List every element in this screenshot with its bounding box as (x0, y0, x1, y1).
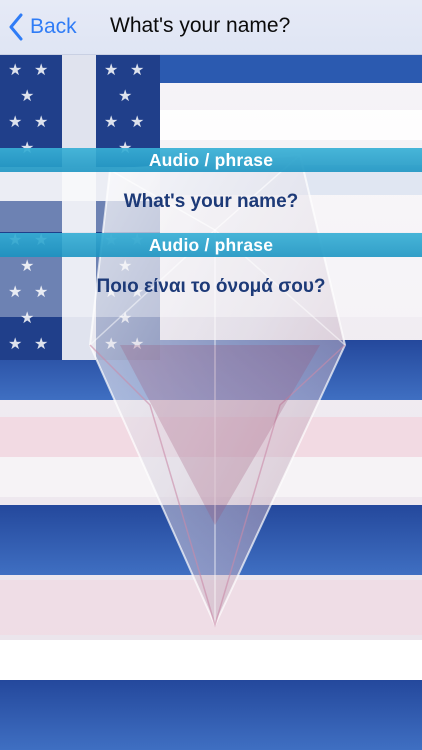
svg-text:★: ★ (104, 60, 118, 79)
svg-text:★: ★ (8, 334, 22, 353)
svg-text:★: ★ (130, 60, 144, 79)
page-title: What's your name? (110, 14, 291, 37)
svg-text:★: ★ (118, 86, 132, 105)
svg-text:★: ★ (8, 60, 22, 79)
audio-phrase-label: Audio / phrase (148, 234, 274, 255)
back-label: Back (30, 15, 77, 38)
phrase-english-text: What's your name? (123, 191, 299, 212)
phrase-greek: Ποιο είναι το όνομά σου? (0, 257, 422, 317)
phrase-english: What's your name? (0, 172, 422, 232)
svg-text:★: ★ (130, 112, 144, 131)
audio-phrase-label: Audio / phrase (148, 149, 274, 170)
svg-text:★: ★ (104, 112, 118, 131)
svg-text:★: ★ (34, 112, 48, 131)
svg-text:★: ★ (34, 60, 48, 79)
svg-text:★: ★ (20, 86, 34, 105)
svg-text:★: ★ (34, 334, 48, 353)
audio-phrase-button-greek[interactable]: Audio / phrase (0, 233, 422, 257)
phrase-greek-text: Ποιο είναι το όνομά σου? (96, 276, 326, 297)
navigation-bar: Back What's your name? (0, 0, 422, 55)
chevron-left-icon (8, 13, 24, 41)
audio-phrase-button-english[interactable]: Audio / phrase (0, 148, 422, 172)
back-button[interactable]: Back (8, 10, 77, 44)
svg-text:★: ★ (8, 112, 22, 131)
